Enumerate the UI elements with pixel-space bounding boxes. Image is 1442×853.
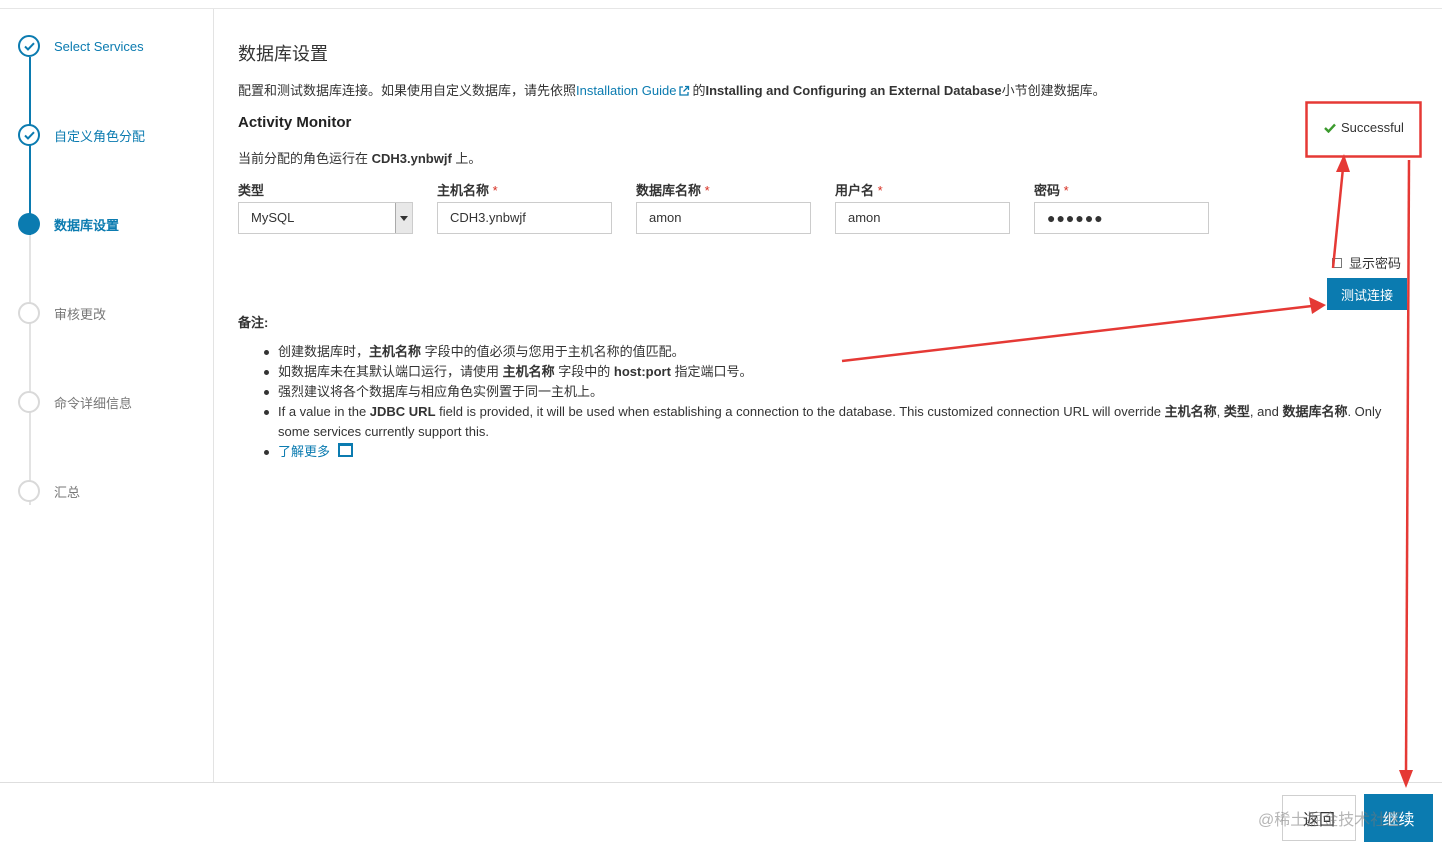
assigned-suffix: 上。: [451, 151, 482, 166]
learn-more-link[interactable]: 了解更多: [278, 444, 330, 459]
host-name-input[interactable]: CDH3.ynbwjf: [437, 202, 612, 234]
show-password-label: 显示密码: [1349, 256, 1402, 271]
password-value: ●●●●●●: [1047, 210, 1104, 226]
pending-step-circle-icon: [18, 391, 40, 413]
intro-text: 配置和测试数据库连接。如果使用自定义数据库，请先依照Installation G…: [238, 80, 1106, 99]
note-item: 如数据库未在其默认端口运行，请使用 主机名称 字段中的 host:port 指定…: [264, 362, 1394, 382]
annotation-arrowhead: [1309, 297, 1326, 314]
check-icon: [18, 124, 40, 146]
username-label: 用户名 *: [835, 180, 883, 199]
db-name-label-text: 数据库名称: [636, 183, 702, 198]
intro-text-part: 小节创建数据库。: [1001, 83, 1106, 98]
note-text: 字段中的: [554, 364, 614, 379]
required-mark: *: [1063, 183, 1069, 198]
note-bold: host:port: [613, 364, 671, 379]
intro-text-bold: Installing and Configuring an External D…: [705, 83, 1002, 98]
note-item: 强烈建议将各个数据库与相应角色实例置于同一主机上。: [264, 382, 1394, 402]
password-input[interactable]: ●●●●●●: [1034, 202, 1209, 234]
assigned-host-text: 当前分配的角色运行在 CDH3.ynbwjf 上。: [238, 148, 481, 167]
username-value: amon: [848, 210, 881, 225]
popup-window-icon[interactable]: [338, 443, 354, 457]
intro-text-part: 配置和测试数据库连接。如果使用自定义数据库，请先依照: [238, 83, 577, 98]
annotation-arrow-to-continue: [1404, 159, 1411, 773]
wizard-step-database-setup[interactable]: 数据库设置: [18, 212, 119, 236]
type-label: 类型: [238, 180, 264, 199]
note-text: 指定端口号。: [670, 364, 753, 379]
assigned-host: CDH3.ynbwjf: [371, 151, 452, 166]
active-step-dot-icon: [18, 213, 40, 235]
note-bold: 主机名称: [1164, 404, 1217, 419]
progress-rail-pending: [29, 235, 31, 505]
footer-bar: [0, 782, 1442, 853]
wizard-step-label: Select Services: [54, 38, 144, 54]
wizard-step-summary[interactable]: 汇总: [18, 479, 80, 503]
page-title: 数据库设置: [238, 44, 328, 64]
wizard-step-select-services[interactable]: Select Services: [18, 34, 144, 58]
db-name-label: 数据库名称 *: [636, 180, 710, 199]
password-label-text: 密码: [1034, 183, 1061, 198]
notes-title: 备注:: [238, 315, 269, 330]
type-label-text: 类型: [238, 183, 265, 198]
assigned-prefix: 当前分配的角色运行在: [238, 151, 372, 166]
database-name-input[interactable]: amon: [636, 202, 811, 234]
note-text: 字段中的值必须与您用于主机名称的值匹配。: [421, 344, 685, 359]
wizard-step-review-changes[interactable]: 审核更改: [18, 301, 106, 325]
note-item-learn-more: 了解更多: [264, 442, 1394, 462]
required-mark: *: [877, 183, 883, 198]
intro-text-part: 的: [692, 83, 706, 98]
note-bold: 主机名称: [502, 364, 555, 379]
username-label-text: 用户名: [835, 183, 875, 198]
note-text: 强烈建议将各个数据库与相应角色实例置于同一主机上。: [278, 384, 604, 399]
connection-status: Successful: [1324, 120, 1404, 135]
wizard-step-command-details[interactable]: 命令详细信息: [18, 390, 132, 414]
host-label-text: 主机名称: [437, 183, 490, 198]
note-item: 创建数据库时，主机名称 字段中的值必须与您用于主机名称的值匹配。: [264, 342, 1394, 362]
top-divider: [0, 8, 1442, 9]
required-mark: *: [492, 183, 498, 198]
test-connection-button[interactable]: 测试连接: [1327, 278, 1407, 310]
dropdown-arrow-icon: [395, 203, 412, 233]
check-icon: [18, 35, 40, 57]
watermark-text: @稀土掘金技术社区: [1258, 812, 1403, 829]
note-bold: 数据库名称: [1282, 404, 1348, 419]
password-label: 密码 *: [1034, 180, 1069, 199]
wizard-step-label: 审核更改: [54, 306, 107, 322]
show-password-toggle[interactable]: 显示密码: [1332, 253, 1401, 272]
wizard-step-label: 命令详细信息: [54, 395, 133, 411]
username-input[interactable]: amon: [835, 202, 1010, 234]
pending-step-circle-icon: [18, 480, 40, 502]
note-item: If a value in the JDBC URL field is prov…: [264, 402, 1394, 442]
host-label: 主机名称 *: [437, 180, 498, 199]
pending-step-circle-icon: [18, 302, 40, 324]
note-text: ,: [1216, 404, 1224, 419]
success-check-icon: [1324, 123, 1336, 133]
host-name-value: CDH3.ynbwjf: [450, 210, 526, 225]
database-name-value: amon: [649, 210, 682, 225]
annotation-arrowhead: [1336, 154, 1350, 172]
wizard-step-label: 自定义角色分配: [54, 128, 146, 144]
notes-list: 创建数据库时，主机名称 字段中的值必须与您用于主机名称的值匹配。 如数据库未在其…: [264, 342, 1394, 462]
connection-status-text: Successful: [1341, 120, 1404, 135]
note-text: 创建数据库时，: [278, 344, 370, 359]
wizard-step-role-assignment[interactable]: 自定义角色分配: [18, 123, 145, 147]
wizard-sidebar: Select Services 自定义角色分配 数据库设置 审核更改 命令详细信…: [0, 9, 214, 782]
note-text: 如数据库未在其默认端口运行，请使用: [278, 364, 503, 379]
external-link-icon: [679, 85, 690, 96]
required-mark: *: [704, 183, 710, 198]
database-type-value: MySQL: [251, 210, 295, 225]
note-text: If a value in the: [278, 404, 370, 419]
section-title-activity-monitor: Activity Monitor: [238, 114, 352, 131]
wizard-step-label: 汇总: [54, 484, 81, 500]
note-bold: 主机名称: [369, 344, 422, 359]
installation-guide-link[interactable]: Installation Guide: [576, 83, 676, 98]
note-bold: 类型: [1223, 404, 1250, 419]
note-bold: JDBC URL: [369, 404, 436, 419]
show-password-checkbox[interactable]: [1332, 257, 1342, 268]
wizard-step-label: 数据库设置: [54, 217, 120, 233]
note-text: , and: [1249, 404, 1283, 419]
note-text: field is provided, it will be used when …: [435, 404, 1165, 419]
database-type-select[interactable]: MySQL: [238, 202, 413, 234]
